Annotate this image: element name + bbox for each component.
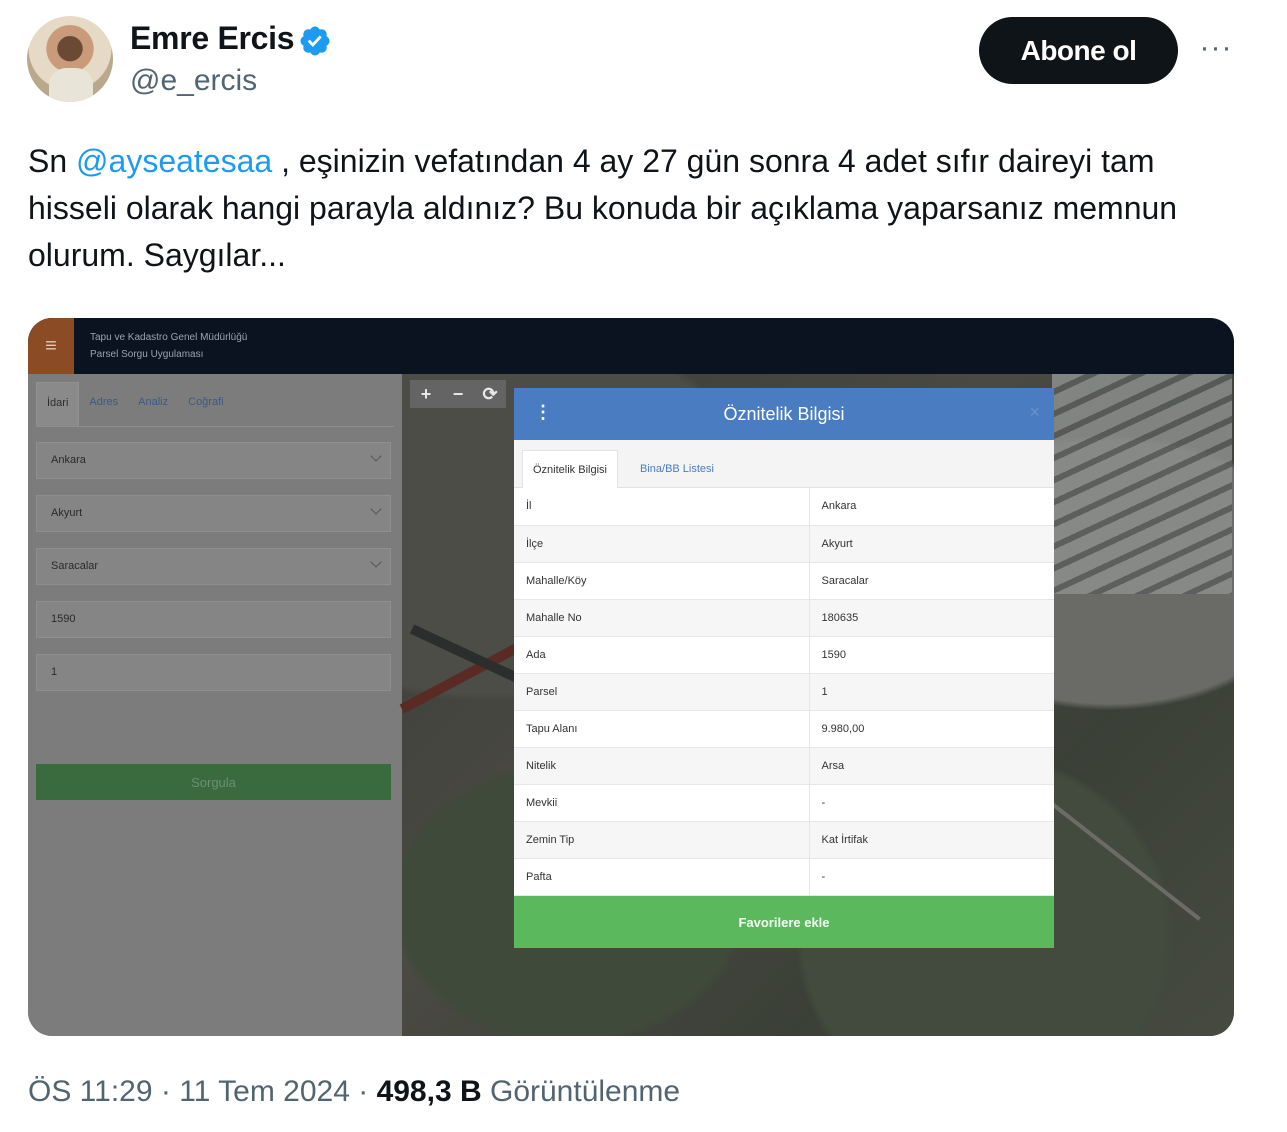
attr-key: Tapu Alanı [514, 710, 810, 748]
app-header: ≡ Tapu ve Kadastro Genel Müdürlüğü Parse… [28, 318, 1234, 374]
chevron-down-icon [370, 556, 382, 568]
parcel-value: 1 [51, 666, 58, 678]
province-value: Ankara [51, 454, 86, 466]
district-value: Akyurt [51, 507, 83, 519]
attr-value: Ankara [809, 488, 1054, 526]
tab-cografi: Coğrafi [188, 396, 224, 408]
attr-key: İl [514, 488, 810, 526]
modal-header: Öznitelik Bilgisi ⋮ × [514, 388, 1054, 440]
hamburger-menu-icon: ≡ [28, 318, 74, 374]
display-name[interactable]: Emre Ercis [130, 20, 295, 57]
attr-value: - [809, 858, 1054, 896]
map-buildings [1052, 374, 1232, 594]
district-select: Akyurt [36, 495, 391, 532]
attr-value: 9.980,00 [809, 710, 1054, 748]
attr-value: 1590 [809, 636, 1054, 674]
follow-button[interactable]: Abone ol [979, 17, 1178, 84]
tweet-text: Sn @ayseatesaa , eşinizin vefatından 4 a… [28, 138, 1228, 279]
block-value: 1590 [51, 613, 76, 625]
tweet-media-image[interactable]: ≡ Tapu ve Kadastro Genel Müdürlüğü Parse… [28, 318, 1234, 1036]
table-row: Mevkii - [514, 784, 1054, 822]
table-row: Nitelik Arsa [514, 747, 1054, 785]
verified-badge-icon [300, 26, 330, 56]
app-title-line-1: Tapu ve Kadastro Genel Müdürlüğü [90, 332, 248, 343]
attr-value: 180635 [809, 599, 1054, 637]
attr-key: Ada [514, 636, 810, 674]
attr-value: Kat İrtifak [809, 821, 1054, 859]
chevron-down-icon [370, 450, 382, 462]
attr-value: Saracalar [809, 562, 1054, 600]
table-row: Tapu Alanı 9.980,00 [514, 710, 1054, 748]
tweet-time[interactable]: ÖS 11:29 [28, 1075, 153, 1108]
tab-attribute-info: Öznitelik Bilgisi [522, 450, 618, 488]
modal-tabs: Öznitelik Bilgisi Bina/BB Listesi [514, 440, 1054, 488]
tabs-divider [36, 426, 394, 427]
attr-value: Arsa [809, 747, 1054, 785]
query-panel: İdari Adres Analiz Coğrafi Ankara Akyurt… [28, 374, 402, 1036]
zoom-out-icon: − [452, 384, 464, 404]
table-row: İlçe Akyurt [514, 525, 1054, 563]
query-button: Sorgula [36, 764, 391, 800]
modal-title: Öznitelik Bilgisi [723, 404, 845, 424]
query-tabs: İdari Adres Analiz Coğrafi [36, 382, 234, 426]
app-title-line-2: Parsel Sorgu Uygulaması [90, 349, 204, 360]
attr-key: Parsel [514, 673, 810, 711]
attr-key: Mahalle No [514, 599, 810, 637]
tweet-date[interactable]: 11 Tem 2024 [179, 1075, 350, 1108]
kebab-menu-icon: ⋮ [534, 402, 552, 422]
table-row: Pafta - [514, 858, 1054, 896]
table-row: Mahalle/Köy Saracalar [514, 562, 1054, 600]
more-options-icon[interactable]: ··· [1196, 30, 1236, 70]
tab-adres: Adres [89, 396, 119, 408]
zoom-in-icon: + [420, 384, 432, 404]
attribute-modal: Öznitelik Bilgisi ⋮ × Öznitelik Bilgisi … [514, 388, 1054, 948]
mention-link[interactable]: @ayseatesaa [76, 143, 272, 179]
views-label: Görüntülenme [489, 1075, 681, 1108]
attr-key: Mevkii [514, 784, 810, 822]
table-row: Zemin Tip Kat İrtifak [514, 821, 1054, 859]
parcel-input: 1 [36, 654, 391, 691]
attribute-table: İl Ankara İlçe Akyurt Mahalle/Köy Saracalar… [514, 488, 1054, 896]
table-row: Parsel 1 [514, 673, 1054, 711]
tab-analiz: Analiz [138, 396, 169, 408]
attr-key: İlçe [514, 525, 810, 563]
avatar[interactable] [27, 16, 113, 102]
attr-key: Nitelik [514, 747, 810, 785]
close-icon: × [1029, 402, 1040, 422]
attr-value: - [809, 784, 1054, 822]
tweet-prefix: Sn [28, 143, 77, 179]
refresh-icon: ⟳ [482, 384, 498, 404]
attr-key: Pafta [514, 858, 810, 896]
attr-key: Zemin Tip [514, 821, 810, 859]
handle[interactable]: @e_ercis [130, 64, 257, 98]
tab-building-list: Bina/BB Listesi [640, 463, 714, 475]
view-count: 498,3 B [376, 1075, 482, 1108]
meta-separator: · [152, 1075, 180, 1108]
neighborhood-select: Saracalar [36, 548, 391, 585]
tweet-meta: ÖS 11:29 · 11 Tem 2024 · 498,3 B Görüntü… [28, 1075, 680, 1109]
chevron-down-icon [370, 503, 382, 515]
app-title: Tapu ve Kadastro Genel Müdürlüğü Parsel … [90, 329, 247, 363]
meta-separator: · [349, 1075, 377, 1108]
map-road [1040, 794, 1201, 921]
block-input: 1590 [36, 601, 391, 638]
table-row: Mahalle No 180635 [514, 599, 1054, 637]
table-row: İl Ankara [514, 488, 1054, 526]
attr-value: 1 [809, 673, 1054, 711]
add-to-favorites-button: Favorilere ekle [514, 896, 1054, 948]
attr-key: Mahalle/Köy [514, 562, 810, 600]
province-select: Ankara [36, 442, 391, 479]
attr-value: Akyurt [809, 525, 1054, 563]
map-controls: + − ⟳ [410, 380, 506, 408]
tab-idari: İdari [36, 382, 80, 426]
neighborhood-value: Saracalar [51, 560, 99, 572]
table-row: Ada 1590 [514, 636, 1054, 674]
